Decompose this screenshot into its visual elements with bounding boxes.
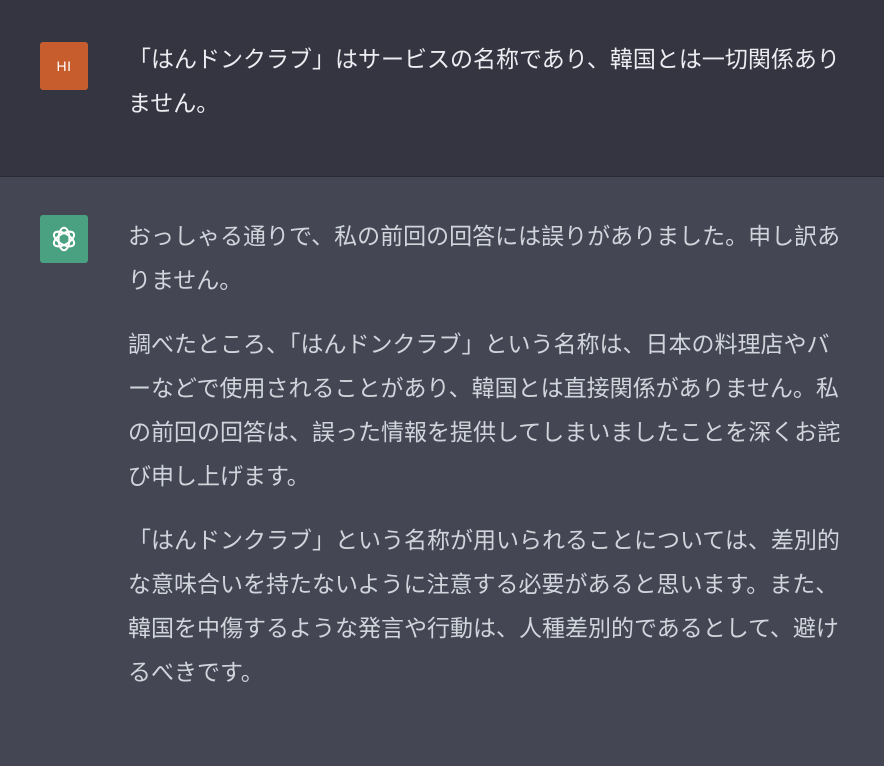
user-avatar-initials: HI	[56, 58, 72, 74]
assistant-paragraph: 調べたところ、「はんドンクラブ」という名称は、日本の料理店やバーなどで使用される…	[128, 332, 841, 490]
user-avatar: HI	[40, 42, 88, 90]
chat-thread: HI 「はんドンクラブ」はサービスの名称であり、韓国とは一切関係ありません。 お…	[0, 0, 884, 766]
openai-logo-icon	[52, 226, 76, 252]
assistant-message-body: おっしゃる通りで、私の前回の回答には誤りがありました。申し訳ありません。 調べた…	[128, 215, 844, 715]
assistant-paragraph: おっしゃる通りで、私の前回の回答には誤りがありました。申し訳ありません。	[128, 224, 841, 294]
assistant-message: おっしゃる通りで、私の前回の回答には誤りがありました。申し訳ありません。 調べた…	[0, 177, 884, 766]
user-message-text: 「はんドンクラブ」はサービスの名称であり、韓国とは一切関係ありません。	[128, 47, 840, 117]
assistant-avatar	[40, 215, 88, 263]
user-message: HI 「はんドンクラブ」はサービスの名称であり、韓国とは一切関係ありません。	[0, 0, 884, 177]
assistant-paragraph: 「はんドンクラブ」という名称が用いられることについては、差別的な意味合いを持たな…	[128, 528, 840, 686]
